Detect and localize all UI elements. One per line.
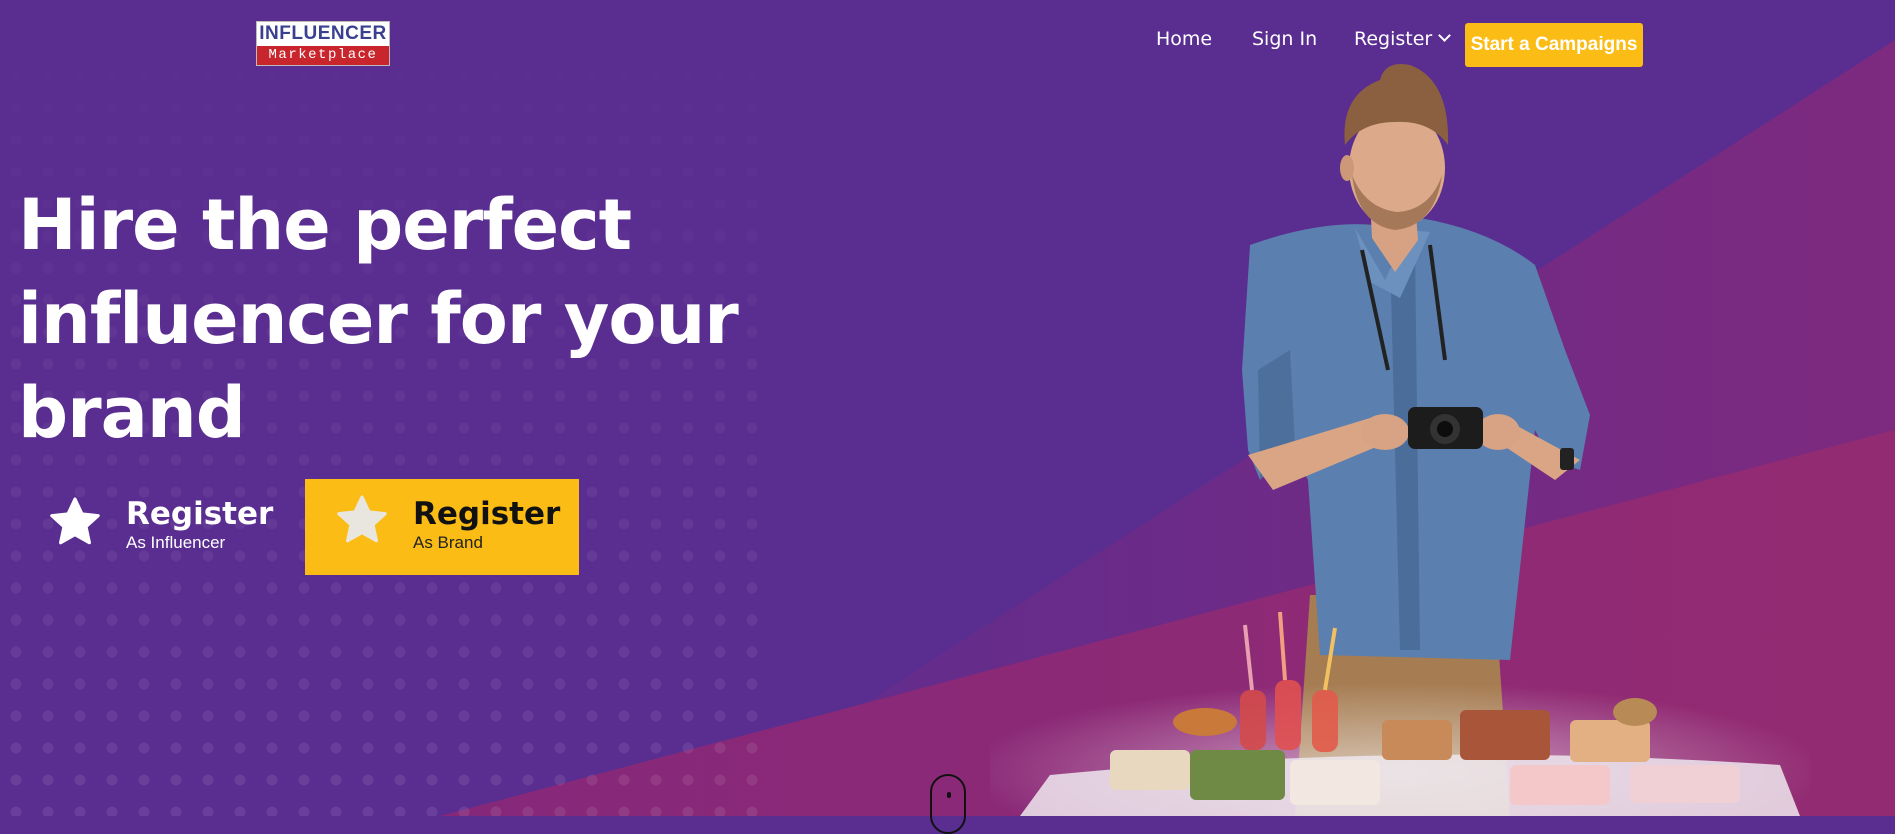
chevron-down-icon [1438,29,1452,42]
register-influencer-subtitle: As Influencer [126,533,226,552]
nav-sign-in-link[interactable]: Sign In [1252,28,1317,50]
site-logo[interactable]: INFLUENCER Marketplace [256,21,390,66]
star-icon [337,495,387,543]
register-influencer-button[interactable]: Register As Influencer [44,485,274,565]
register-brand-title: Register [413,496,561,532]
nav-register-dropdown[interactable]: Register [1354,28,1452,50]
register-influencer-title: Register [126,496,274,532]
register-brand-subtitle: As Brand [413,533,483,552]
logo-bottom-text: Marketplace [257,46,389,65]
star-icon [50,497,100,545]
logo-top-text: INFLUENCER [259,23,387,44]
nav-home-link[interactable]: Home [1156,28,1212,50]
hero-headline: Hire the perfect influencer for your bra… [18,184,739,454]
scroll-mouse-wheel [947,792,951,798]
register-brand-button[interactable]: Register As Brand [305,479,579,575]
hero-photo [990,64,1810,816]
scroll-mouse-icon[interactable] [930,774,966,834]
nav-register-label: Register [1354,28,1433,50]
